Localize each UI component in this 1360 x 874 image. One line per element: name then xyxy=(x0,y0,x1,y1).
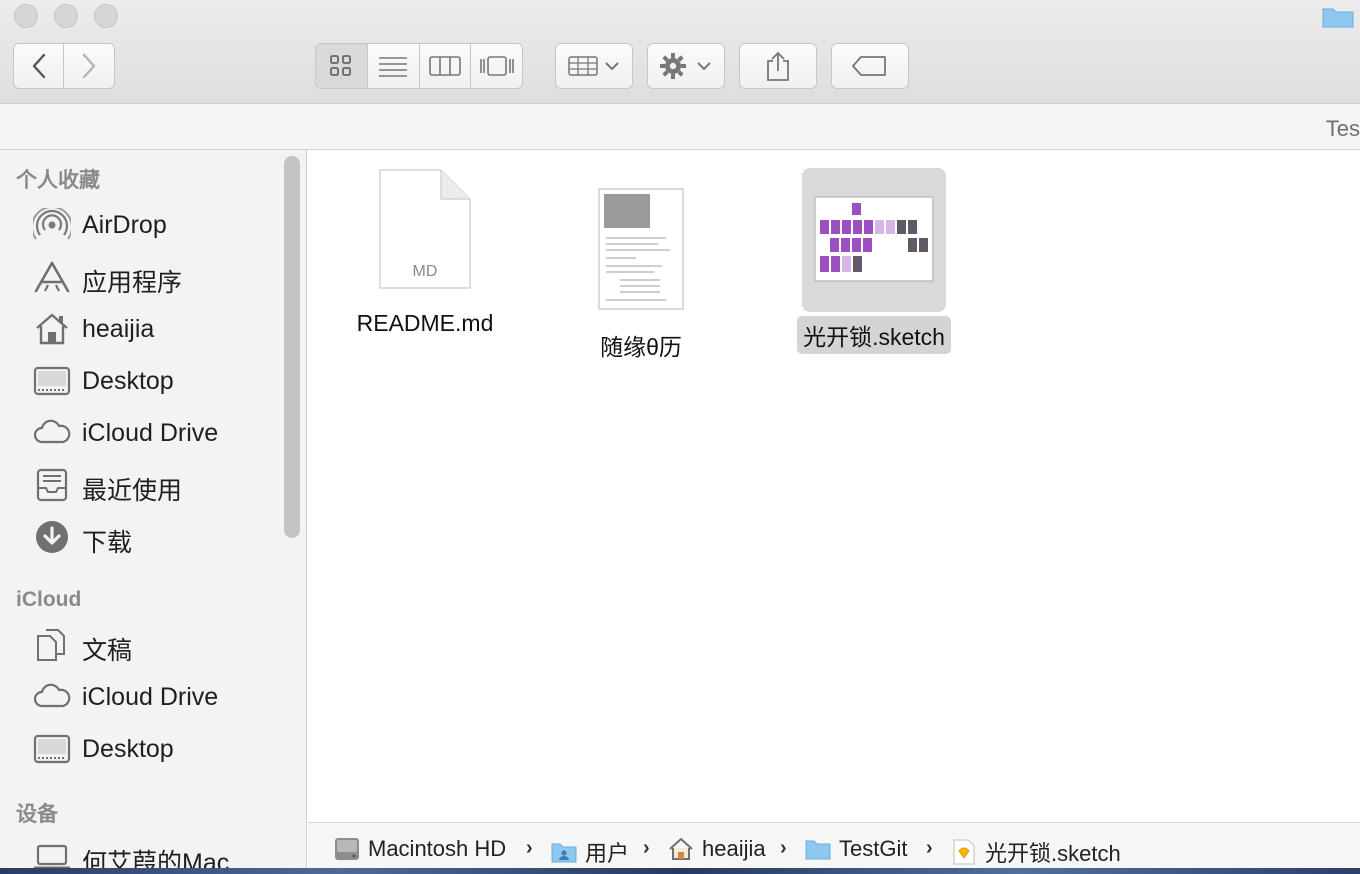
gallery-view-button[interactable] xyxy=(471,44,522,88)
path-item-testgit[interactable]: TestGit xyxy=(805,836,907,862)
window-title: Tes xyxy=(1325,116,1360,141)
path-bar: Macintosh HD › 用户 › heaijia › TestGit › … xyxy=(308,822,1360,874)
sidebar-item-label: iCloud Drive xyxy=(82,419,219,447)
folder-icon xyxy=(805,837,831,861)
applications-icon xyxy=(33,260,71,294)
share-button[interactable] xyxy=(739,43,817,89)
path-item-users[interactable]: 用户 xyxy=(551,836,629,868)
view-mode-selector xyxy=(315,43,523,89)
file-browser: MD README.md 随缘θ历 光开锁.sketch xyxy=(308,150,1360,822)
share-icon xyxy=(767,51,789,81)
path-item-heaijia[interactable]: heaijia xyxy=(668,836,766,862)
arrange-grid-icon xyxy=(568,56,619,76)
sketch-file-icon xyxy=(951,839,977,865)
action-button[interactable] xyxy=(647,43,725,89)
sidebar-item-applications[interactable]: 应用程序 xyxy=(0,253,280,299)
back-button[interactable] xyxy=(13,43,64,89)
file-item[interactable]: 光开锁.sketch xyxy=(788,196,960,354)
sidebar-item-label: 下载 xyxy=(82,529,133,557)
path-separator: › xyxy=(780,837,787,859)
path-item-label: TestGit xyxy=(839,836,908,861)
sidebar-item-icloud-drive-2[interactable]: iCloud Drive xyxy=(0,673,280,719)
path-item-macintosh-hd[interactable]: Macintosh HD xyxy=(334,836,506,862)
zoom-window-button[interactable] xyxy=(94,4,118,28)
devices-section-title: 设备 xyxy=(16,803,58,826)
desktop-icon xyxy=(33,732,71,766)
documents-icon xyxy=(33,628,71,662)
path-item-label: 用户 xyxy=(585,841,630,866)
folder-icon xyxy=(1322,8,1354,28)
sidebar-item-desktop-2[interactable]: Desktop xyxy=(0,725,280,771)
sidebar-item-label: iCloud Drive xyxy=(82,683,219,711)
file-name: 光开锁.sketch xyxy=(797,316,951,354)
sidebar-item-label: 文稿 xyxy=(82,637,133,665)
window-title-bar: Tes xyxy=(0,104,1360,150)
tags-button[interactable] xyxy=(831,43,909,89)
minimize-window-button[interactable] xyxy=(54,4,78,28)
home-icon xyxy=(33,312,71,346)
path-separator: › xyxy=(526,837,533,859)
forward-button[interactable] xyxy=(63,43,115,89)
sketch-thumbnail-icon xyxy=(814,196,934,282)
chevron-right-icon xyxy=(82,53,96,79)
home-icon xyxy=(668,837,694,861)
sidebar-item-home[interactable]: heaijia xyxy=(0,305,280,351)
cloud-icon xyxy=(33,680,71,714)
sidebar-item-label: Desktop xyxy=(82,367,174,395)
arrange-button[interactable] xyxy=(555,43,633,89)
icon-view-button[interactable] xyxy=(316,44,368,88)
path-item-label: heaijia xyxy=(702,836,766,861)
grid-icon xyxy=(330,55,352,76)
icloud-section-title: iCloud xyxy=(16,588,82,611)
tag-icon xyxy=(852,56,886,76)
path-item-label: 光开锁.sketch xyxy=(985,841,1121,866)
gear-icon xyxy=(660,53,711,79)
recents-icon xyxy=(33,468,71,502)
gallery-icon xyxy=(479,56,514,76)
toolbar xyxy=(0,0,1360,104)
desktop-background-strip xyxy=(0,868,1360,874)
file-item[interactable]: 随缘θ历 xyxy=(567,188,715,362)
sidebar: 个人收藏 AirDrop 应用程序 heaijia Desktop iCloud… xyxy=(0,150,307,874)
path-item-label: Macintosh HD xyxy=(368,836,507,861)
columns-icon xyxy=(429,56,461,76)
path-separator: › xyxy=(926,837,933,859)
sidebar-item-label: AirDrop xyxy=(82,211,167,239)
desktop-icon xyxy=(33,364,71,398)
sidebar-item-downloads[interactable]: 下载 xyxy=(0,513,280,559)
file-name: README.md xyxy=(356,310,494,336)
users-folder-icon xyxy=(551,840,577,864)
column-view-button[interactable] xyxy=(420,44,472,88)
file-item[interactable]: MD README.md xyxy=(348,168,502,337)
sidebar-item-label: Desktop xyxy=(82,735,174,763)
sidebar-item-label: 应用程序 xyxy=(82,269,183,297)
sidebar-item-label: 最近使用 xyxy=(82,477,183,505)
list-view-button[interactable] xyxy=(368,44,420,88)
sidebar-item-label: heaijia xyxy=(82,315,155,343)
sidebar-item-recents[interactable]: 最近使用 xyxy=(0,461,280,507)
harddisk-icon xyxy=(334,837,360,861)
document-thumbnail-icon xyxy=(598,188,684,310)
sidebar-item-desktop[interactable]: Desktop xyxy=(0,357,280,403)
list-icon xyxy=(379,57,408,77)
airdrop-icon xyxy=(33,208,71,242)
file-name: 随缘θ历 xyxy=(600,334,682,360)
sidebar-scrollbar[interactable] xyxy=(284,156,300,538)
cloud-icon xyxy=(33,416,71,450)
file-badge: MD xyxy=(412,263,438,280)
chevron-left-icon xyxy=(32,53,45,79)
sidebar-item-documents[interactable]: 文稿 xyxy=(0,621,280,667)
sidebar-item-icloud-drive[interactable]: iCloud Drive xyxy=(0,409,280,455)
path-separator: › xyxy=(643,837,650,859)
sidebar-item-airdrop[interactable]: AirDrop xyxy=(0,201,280,247)
favorites-section-title: 个人收藏 xyxy=(16,169,100,192)
downloads-icon xyxy=(33,520,71,554)
close-window-button[interactable] xyxy=(14,4,38,28)
path-item-sketch-file[interactable]: 光开锁.sketch xyxy=(951,836,1121,868)
